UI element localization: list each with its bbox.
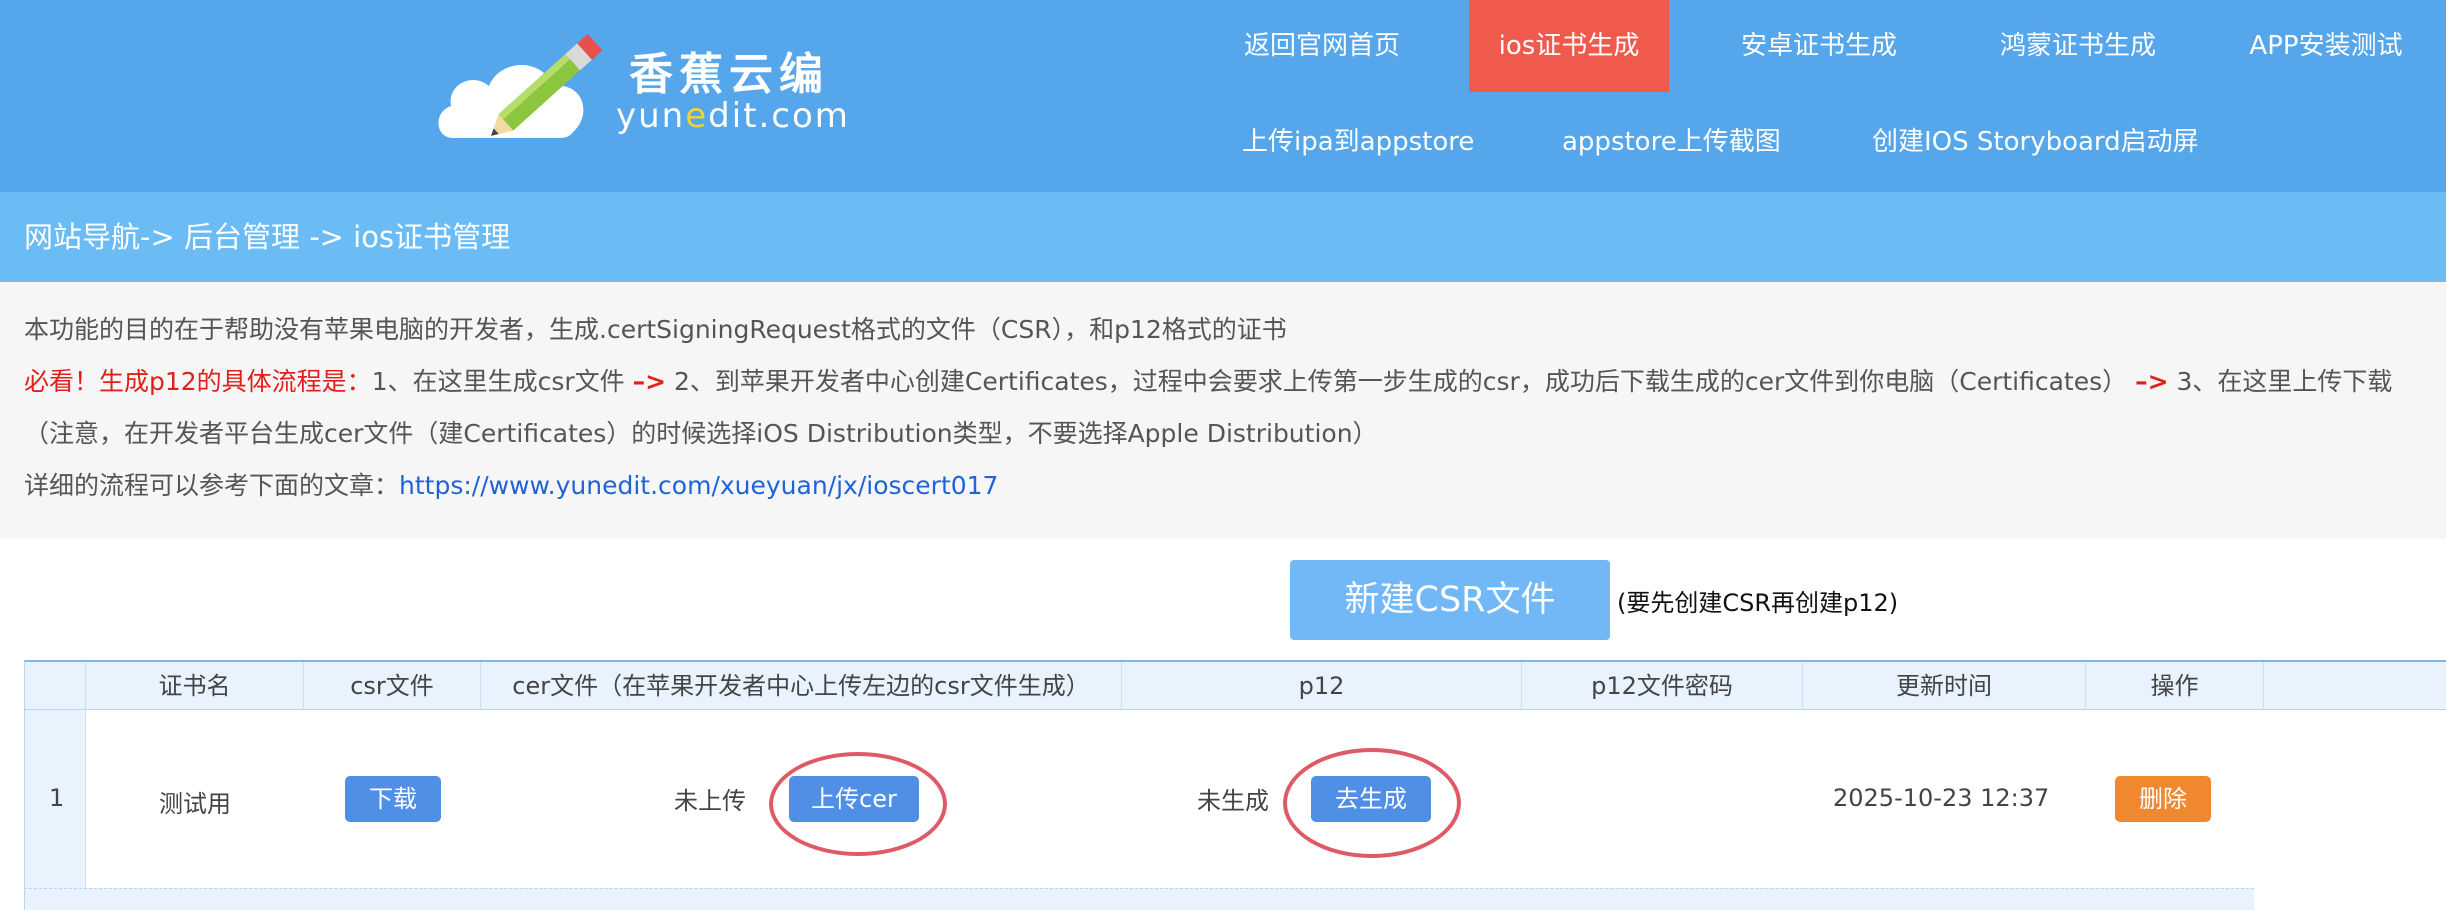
upload-cer-button[interactable]: 上传cer <box>789 776 919 822</box>
header-updated: 更新时间 <box>1803 662 2086 710</box>
header-cer-file: cer文件（在苹果开发者中心上传左边的csr文件生成） <box>481 662 1122 710</box>
info-step2: 2、到苹果开发者中心创建Certificates，过程中会要求上传第一步生成的c… <box>666 367 2136 396</box>
info-step3: 3、在这里上传下载 <box>2168 367 2393 396</box>
tutorial-link[interactable]: https://www.yunedit.com/xueyuan/jx/iosce… <box>399 471 998 500</box>
download-csr-button[interactable]: 下载 <box>345 776 441 822</box>
nav-app-install-test[interactable]: APP安装测试 <box>2246 0 2406 92</box>
row-cert-name: 测试用 <box>159 790 231 818</box>
header-csr-file: csr文件 <box>304 662 481 710</box>
updated-time: 2025-10-23 12:37 <box>1833 784 2050 812</box>
breadcrumb-bar: 网站导航-> 后台管理 -> ios证书管理 <box>0 192 2446 282</box>
brand-en-accent: e <box>685 96 709 136</box>
info-must-read: 必看！生成p12的具体流程是： <box>24 367 372 396</box>
brand-name-cn: 香蕉云编 <box>629 49 829 100</box>
brand-name-en: yunedit.com <box>616 96 850 136</box>
info-step1: 1、在这里生成csr文件 <box>371 367 633 396</box>
p12-status: 未生成 <box>1197 787 1269 815</box>
info-panel: 本功能的目的在于帮助没有苹果电脑的开发者，生成.certSigningReque… <box>0 282 2446 538</box>
generate-p12-button[interactable]: 去生成 <box>1311 776 1431 822</box>
cert-table: 证书名 csr文件 cer文件（在苹果开发者中心上传左边的csr文件生成） p1… <box>24 660 2446 910</box>
new-csr-button[interactable]: 新建CSR文件 <box>1290 560 1610 640</box>
info-process: 必看！生成p12的具体流程是：1、在这里生成csr文件 –> 2、到苹果开发者中… <box>24 356 2392 408</box>
row-index: 1 <box>49 784 65 812</box>
nav-ios-cert[interactable]: ios证书生成 <box>1469 0 1669 92</box>
step-arrow: –> <box>2135 367 2169 396</box>
brand-logo[interactable]: 香蕉云编 yunedit.com <box>433 34 848 146</box>
step-arrow: –> <box>632 367 667 396</box>
nav-harmony-cert[interactable]: 鸿蒙证书生成 <box>1992 0 2164 92</box>
info-purpose: 本功能的目的在于帮助没有苹果电脑的开发者，生成.certSigningReque… <box>24 315 1287 344</box>
info-note: （注意，在开发者平台生成cer文件（建Certificates）的时候选择iOS… <box>24 419 1378 448</box>
header-actions: 操作 <box>2086 662 2264 710</box>
nav-android-cert[interactable]: 安卓证书生成 <box>1733 0 1905 92</box>
nav-appstore-screenshot[interactable]: appstore上传截图 <box>1562 96 1781 188</box>
nav-upload-ipa[interactable]: 上传ipa到appstore <box>1242 96 1474 188</box>
header-p12: p12 <box>1122 662 1522 710</box>
table-header: 证书名 csr文件 cer文件（在苹果开发者中心上传左边的csr文件生成） p1… <box>24 660 2446 710</box>
delete-button[interactable]: 删除 <box>2115 776 2211 822</box>
info-reference: 详细的流程可以参考下面的文章：https://www.yunedit.com/x… <box>24 460 998 512</box>
header-p12-password: p12文件密码 <box>1522 662 1803 710</box>
nav-ios-storyboard[interactable]: 创建IOS Storyboard启动屏 <box>1872 96 2199 188</box>
nav-home[interactable]: 返回官网首页 <box>1222 0 1422 92</box>
table-row: 1 测试用 下载 未上传 上传cer 未生成 去生成 2025-10-23 12… <box>24 710 2254 888</box>
cer-status: 未上传 <box>674 787 746 815</box>
top-header: 香蕉云编 yunedit.com 返回官网首页 ios证书生成 安卓证书生成 鸿… <box>0 0 2446 192</box>
table-next-row <box>24 888 2254 910</box>
cloud-pencil-icon <box>438 34 603 138</box>
brand-en-part1: yun <box>616 96 686 136</box>
new-csr-hint: (要先创建CSR再创建p12) <box>1617 589 1899 617</box>
header-cert-name: 证书名 <box>86 662 304 710</box>
header-index <box>25 662 86 710</box>
breadcrumb: 网站导航-> 后台管理 -> ios证书管理 <box>24 220 511 254</box>
info-reference-label: 详细的流程可以参考下面的文章： <box>24 471 400 500</box>
brand-en-part2: dit.com <box>708 96 850 136</box>
